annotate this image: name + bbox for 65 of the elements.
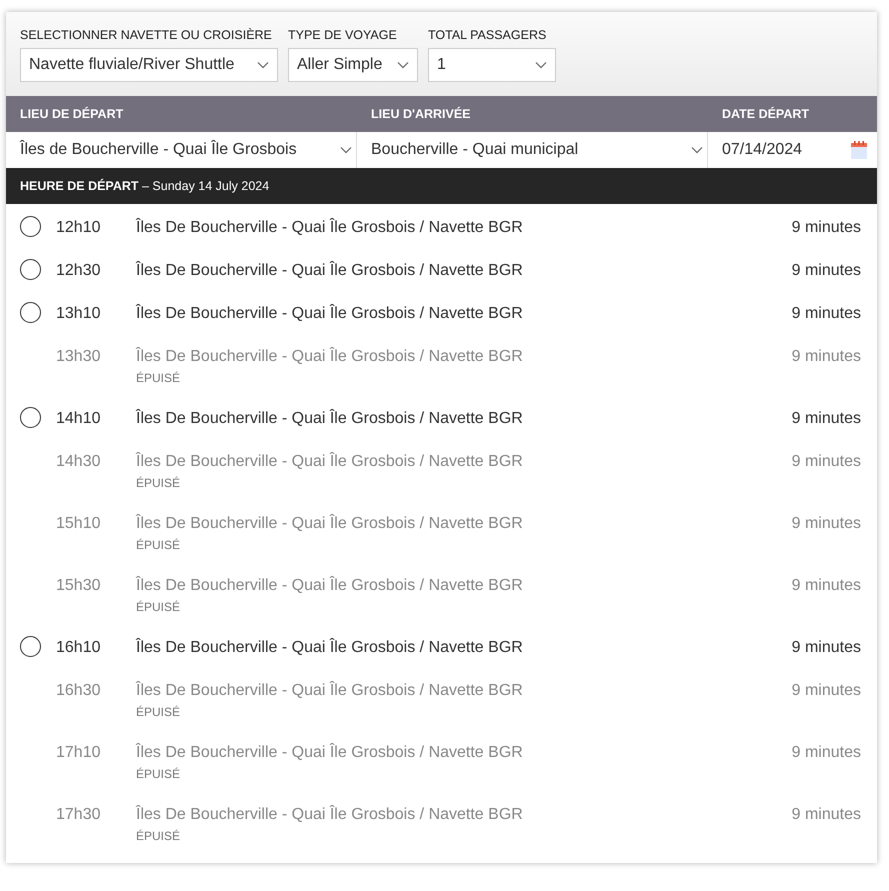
calendar-icon [849,140,869,160]
departure-time: 17h30 [56,805,102,825]
trip-duration: 9 minutes [792,409,861,429]
column-header: LIEU DE DÉPART [19,107,124,121]
date-field[interactable]: 07/14/2024 [708,132,877,168]
trip-duration: 9 minutes [792,743,861,763]
route-name: Îles De Boucherville - Quai Île Grosbois / Navette BGR [136,804,524,825]
trip-duration: 9 minutes [792,347,861,367]
route-name: Îles De Boucherville - Quai Île Grosbois / Navette BGR [136,217,524,238]
field-label: SELECTIONNER NAVETTE OU CROISIÈRE [20,28,273,42]
chevron-down-icon [257,61,269,69]
departure-time: 14h10 [56,409,102,429]
departure-time: 16h10 [56,638,102,658]
route-name: Îles De Boucherville - Quai Île Grosbois / Navette BGR [136,303,524,324]
radio-button[interactable] [20,302,41,323]
trip-duration: 9 minutes [792,576,861,596]
dropdown[interactable]: Aller Simple [288,48,418,82]
field-label: TYPE DE VOYAGE [288,28,398,42]
departure-time: 12h10 [56,218,102,238]
column-header: DATE DÉPART [721,107,810,121]
route-name: Îles De Boucherville - Quai Île Grosbois / Navette BGR [136,408,524,429]
departure-time: 15h10 [56,514,102,534]
departure-time: 17h10 [56,743,102,763]
route-name: Îles De Boucherville - Quai Île Grosbois / Navette BGR [136,513,524,534]
radio-button[interactable] [20,636,41,657]
trip-duration: 9 minutes [792,514,861,534]
departure-time: 13h30 [56,347,102,367]
radio-button[interactable] [20,259,41,280]
dropdown[interactable]: 1 [428,48,556,82]
route-name: Îles De Boucherville - Quai Île Grosbois / Navette BGR [136,346,524,367]
trip-duration: 9 minutes [792,805,861,825]
chevron-down-icon [535,61,547,69]
route-name: Îles De Boucherville - Quai Île Grosbois / Navette BGR [136,260,524,281]
field-label: TOTAL PASSAGERS [428,28,548,42]
sold-out-label: ÉPUISÉ [136,767,182,781]
chevron-down-icon [340,146,352,154]
trip-duration: 9 minutes [792,304,861,324]
sold-out-label: ÉPUISÉ [136,476,182,490]
route-name: Îles De Boucherville - Quai Île Grosbois / Navette BGR [136,637,524,658]
sold-out-label: ÉPUISÉ [136,371,182,385]
trip-duration: 9 minutes [792,452,861,472]
sold-out-label: ÉPUISÉ [136,705,182,719]
route-name: Îles De Boucherville - Quai Île Grosbois / Navette BGR [136,742,524,763]
trip-duration: 9 minutes [792,218,861,238]
trip-duration: 9 minutes [792,638,861,658]
trip-duration: 9 minutes [792,261,861,281]
departure-time: 16h30 [56,681,102,701]
sold-out-label: ÉPUISÉ [136,538,182,552]
departure-time: 12h30 [56,261,102,281]
departure-time: 15h30 [56,576,102,596]
trip-duration: 9 minutes [792,681,861,701]
chevron-down-icon [397,61,409,69]
route-name: Îles De Boucherville - Quai Île Grosbois / Navette BGR [136,575,524,596]
route-name: Îles De Boucherville - Quai Île Grosbois / Navette BGR [136,451,524,472]
departure-time: 13h10 [56,304,102,324]
route-name: Îles De Boucherville - Quai Île Grosbois / Navette BGR [136,680,524,701]
radio-button[interactable] [20,216,41,237]
sold-out-label: ÉPUISÉ [136,600,182,614]
radio-button[interactable] [20,407,41,428]
dropdown[interactable]: Navette fluviale/River Shuttle [20,48,278,82]
schedule-title: HEURE DE DÉPART – Sunday 14 July 2024 [20,179,270,193]
chevron-down-icon [691,146,703,154]
column-header: LIEU D'ARRIVÉE [370,107,472,121]
sold-out-label: ÉPUISÉ [136,829,182,843]
departure-time: 14h30 [56,452,102,472]
